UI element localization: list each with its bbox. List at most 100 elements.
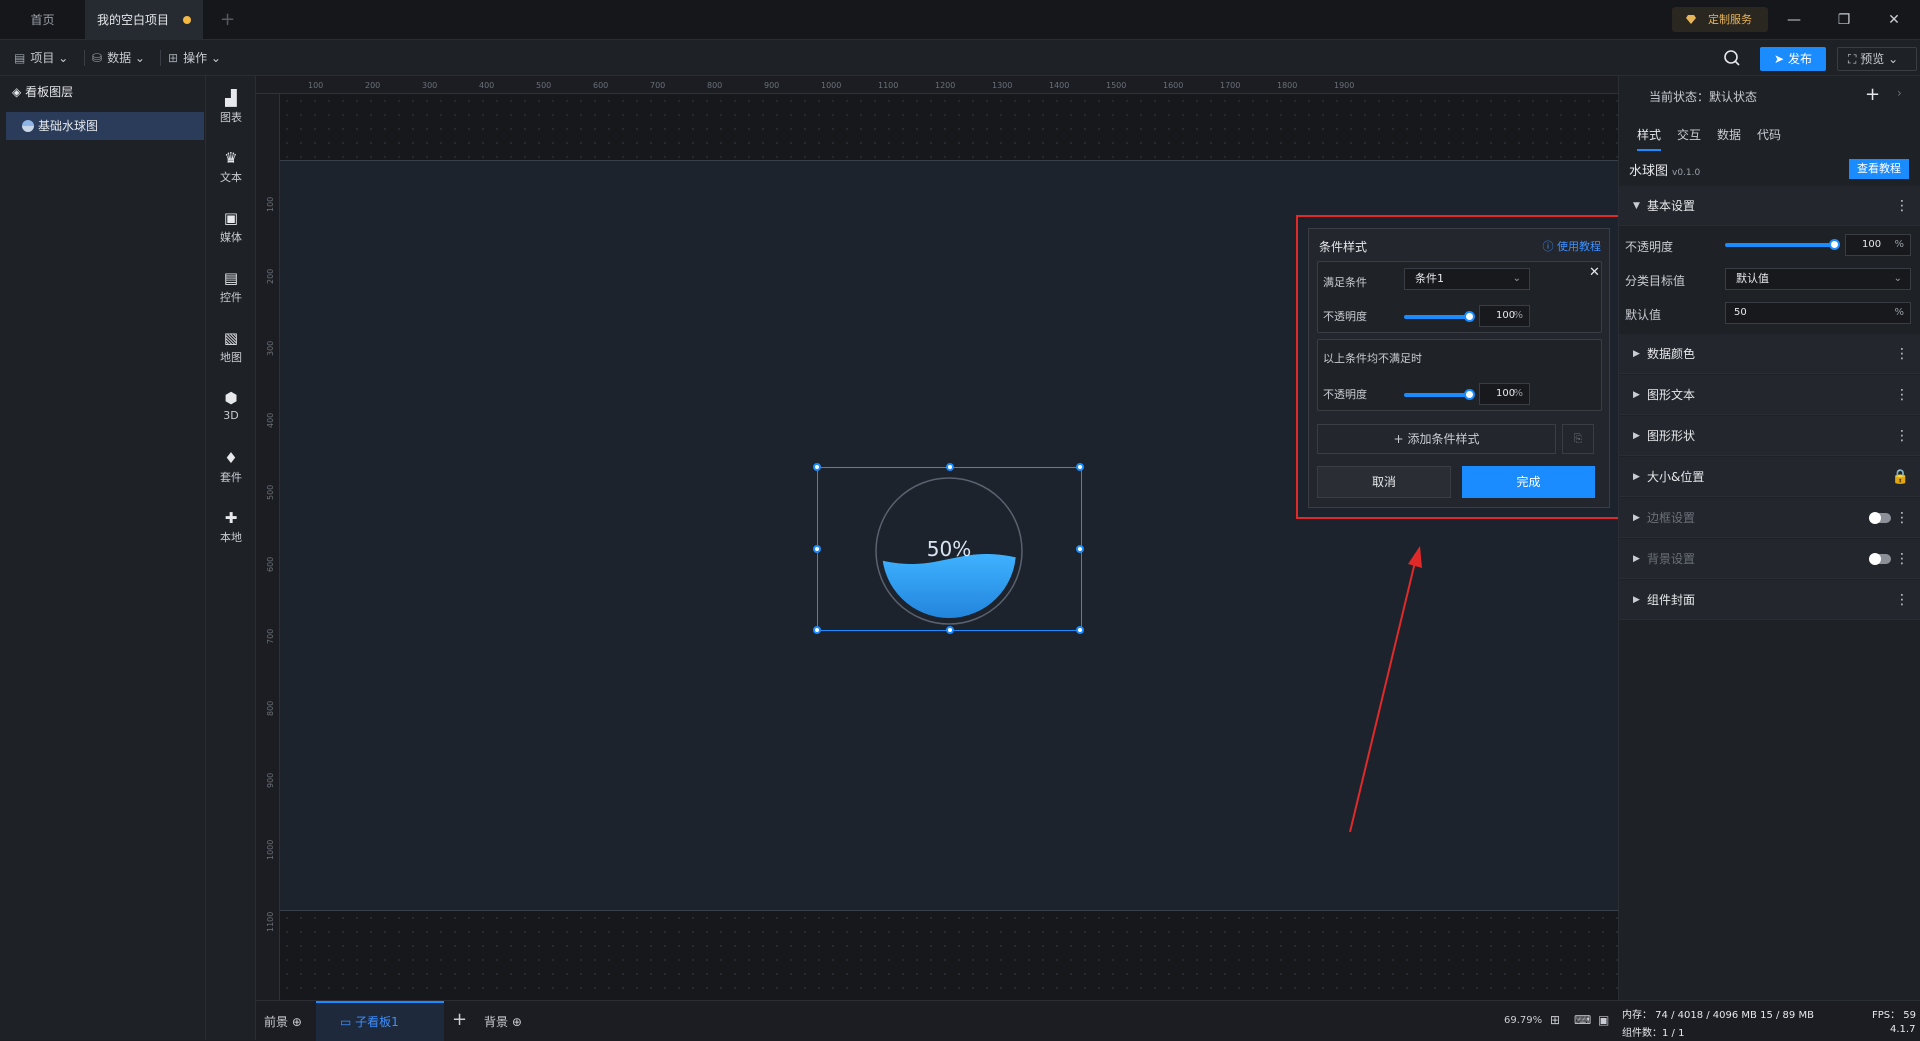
resize-handle[interactable] xyxy=(1076,463,1084,471)
widget-media[interactable]: ▣ 媒体 xyxy=(206,202,256,250)
section-border[interactable]: ▶ 边框设置 ⋮ xyxy=(1619,498,1920,538)
tab-code[interactable]: 代码 xyxy=(1757,126,1781,143)
tab-foreground[interactable]: 前景 ⊕ xyxy=(264,1013,302,1030)
resize-handle[interactable] xyxy=(946,626,954,634)
section-graphic-shape[interactable]: ▶ 图形形状 ⋮ xyxy=(1619,416,1920,456)
tab-project-label: 我的空白项目 xyxy=(97,13,170,27)
preview-button[interactable]: ⛶ 预览 ⌄ xyxy=(1837,47,1917,71)
opacity-slider[interactable] xyxy=(1725,239,1840,250)
tab-project[interactable]: 我的空白项目 xyxy=(85,0,203,40)
add-circle-icon[interactable]: ⊕ xyxy=(292,1015,302,1029)
widget-3d[interactable]: ⬢ 3D xyxy=(206,382,256,430)
more-icon[interactable]: ⋮ xyxy=(1895,334,1909,374)
row-label: 默认值 xyxy=(1625,308,1662,322)
widget-text[interactable]: ♛ 文本 xyxy=(206,142,256,190)
fit-screen-icon[interactable]: ⊞ xyxy=(1550,1013,1560,1027)
more-icon[interactable]: ⋮ xyxy=(1895,539,1909,579)
layers-title-label: 看板图层 xyxy=(25,85,74,99)
tab-interaction[interactable]: 交互 xyxy=(1677,126,1701,143)
slider-knob[interactable] xyxy=(1464,311,1475,322)
publish-button[interactable]: ➤ 发布 xyxy=(1760,47,1826,71)
resize-handle[interactable] xyxy=(1076,626,1084,634)
add-board-icon[interactable]: + xyxy=(452,1009,467,1030)
chevron-right-icon: ▶ xyxy=(1633,513,1640,523)
property-panel: 当前状态：默认状态 + › 样式 交互 数据 代码 水球图 v0.1.0 查看教程… xyxy=(1618,76,1920,1000)
add-circle-icon[interactable]: ⊕ xyxy=(512,1015,522,1029)
more-icon[interactable]: ⋮ xyxy=(1895,416,1909,456)
custom-service-button[interactable]: 定制服务 xyxy=(1672,7,1768,32)
condition-tutorial-link[interactable]: ⓘ 使用教程 xyxy=(1543,238,1602,254)
border-toggle[interactable] xyxy=(1869,512,1891,524)
widget-label: 套件 xyxy=(220,471,242,484)
selected-widget[interactable]: 50% xyxy=(813,463,1084,634)
add-condition-button[interactable]: + 添加条件样式 xyxy=(1317,424,1556,454)
resize-handle[interactable] xyxy=(946,463,954,471)
tab-data[interactable]: 数据 xyxy=(1717,126,1741,143)
tab-home[interactable]: 首页 xyxy=(0,0,85,40)
section-graphic-text[interactable]: ▶ 图形文本 ⋮ xyxy=(1619,375,1920,415)
resize-handle[interactable] xyxy=(813,463,821,471)
slider-knob[interactable] xyxy=(1829,239,1840,250)
background-toggle[interactable] xyxy=(1869,553,1891,565)
opacity-input[interactable]: 100% xyxy=(1479,305,1530,327)
tab-style[interactable]: 样式 xyxy=(1637,126,1662,151)
resize-handle[interactable] xyxy=(813,545,821,553)
widget-chart[interactable]: ▟ 图表 xyxy=(206,82,256,130)
paste-icon[interactable]: ⎘ xyxy=(1562,424,1594,454)
liquid-ball-chart: 50% xyxy=(875,477,1023,625)
section-background[interactable]: ▶ 背景设置 ⋮ xyxy=(1619,539,1920,579)
search-icon[interactable] xyxy=(1723,49,1741,67)
widget-map[interactable]: ▧ 地图 xyxy=(206,322,256,370)
fallback-opacity-input[interactable]: 100% xyxy=(1479,383,1530,405)
chevron-right-icon[interactable]: › xyxy=(1897,86,1902,100)
menu-operation[interactable]: ⊞ 操作 ⌄ xyxy=(168,40,221,76)
section-size-position[interactable]: ▶ 大小&位置 🔒 xyxy=(1619,457,1920,497)
keyboard-icon[interactable]: ⌨ xyxy=(1574,1013,1591,1027)
ruler-tick-label: 700 xyxy=(266,628,275,644)
category-select[interactable]: 默认值 ⌄ xyxy=(1725,268,1911,290)
widget-control[interactable]: ▤ 控件 xyxy=(206,262,256,310)
done-button[interactable]: 完成 xyxy=(1462,466,1595,498)
restore-button[interactable]: ❐ xyxy=(1822,0,1866,40)
tab-background[interactable]: 背景 ⊕ xyxy=(484,1013,522,1030)
cube-icon: ⬢ xyxy=(224,389,238,407)
section-label: 背景设置 xyxy=(1647,552,1696,566)
monitor-icon: ▭ xyxy=(340,1015,352,1029)
more-icon[interactable]: ⋮ xyxy=(1895,580,1909,620)
widget-local[interactable]: ✚ 本地 xyxy=(206,502,256,550)
layers-icon: ◈ xyxy=(12,85,22,99)
section-data-color[interactable]: ▶ 数据颜色 ⋮ xyxy=(1619,334,1920,374)
section-basic-settings[interactable]: ▼ 基本设置 ⋮ xyxy=(1619,186,1920,226)
layer-item[interactable]: 基础水球图 xyxy=(6,112,204,140)
section-cover[interactable]: ▶ 组件封面 ⋮ xyxy=(1619,580,1920,620)
close-icon[interactable]: ✕ xyxy=(1589,265,1600,280)
cancel-button[interactable]: 取消 xyxy=(1317,466,1451,498)
menu-project[interactable]: ▤ 项目 ⌄ xyxy=(14,40,68,76)
more-icon[interactable]: ⋮ xyxy=(1895,375,1909,415)
minimize-button[interactable]: — xyxy=(1772,0,1816,40)
more-icon[interactable]: ⋮ xyxy=(1895,498,1909,538)
tab-sub-board[interactable]: ▭ 子看板1 xyxy=(316,1001,444,1041)
menu-data[interactable]: ⛁ 数据 ⌄ xyxy=(92,40,145,76)
opacity-slider[interactable] xyxy=(1404,311,1475,322)
resize-handle[interactable] xyxy=(1076,545,1084,553)
opacity-input[interactable]: 100% xyxy=(1845,234,1911,256)
fallback-opacity-slider[interactable] xyxy=(1404,389,1475,400)
add-tab-button[interactable]: + xyxy=(208,0,235,40)
fallback-opacity-label: 不透明度 xyxy=(1323,388,1367,401)
slider-knob[interactable] xyxy=(1464,389,1475,400)
default-input[interactable]: 50% xyxy=(1725,302,1911,324)
condition-select[interactable]: 条件1 ⌄ xyxy=(1404,268,1530,290)
view-tutorial-button[interactable]: 查看教程 xyxy=(1849,159,1909,179)
unit: % xyxy=(1894,307,1904,318)
close-button[interactable]: ✕ xyxy=(1872,0,1916,40)
add-state-icon[interactable]: + xyxy=(1865,84,1880,105)
zoom-level[interactable]: 69.79% xyxy=(1504,1015,1542,1026)
widget-kit[interactable]: ♦ 套件 xyxy=(206,442,256,490)
terminal-icon[interactable]: ▣ xyxy=(1598,1013,1609,1027)
database-icon: ⛁ xyxy=(92,51,103,65)
row-label: 分类目标值 xyxy=(1625,274,1686,288)
resize-handle[interactable] xyxy=(813,626,821,634)
lock-icon[interactable]: 🔒 xyxy=(1892,457,1909,497)
more-icon[interactable]: ⋮ xyxy=(1895,186,1909,226)
